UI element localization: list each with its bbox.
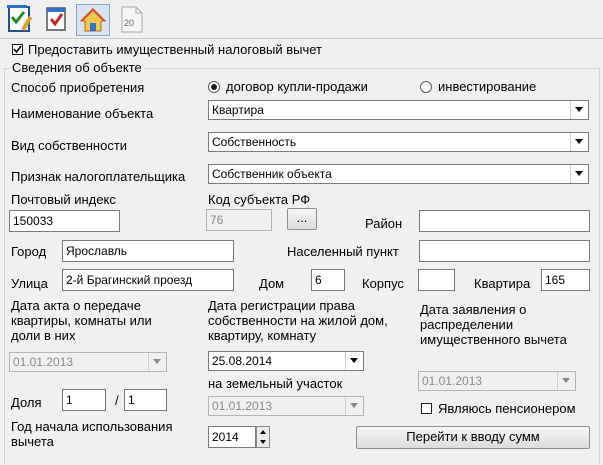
chevron-down-icon <box>557 372 575 390</box>
arrow-down-icon[interactable] <box>257 437 269 447</box>
share-denominator-input[interactable]: 1 <box>124 389 167 411</box>
region-label: Код субъекта РФ <box>208 192 311 207</box>
object-legend: Сведения об объекте <box>10 60 144 75</box>
radio-purchase-contract-label: договор купли-продажи <box>226 79 368 94</box>
pensioner-label: Являюсь пенсионером <box>438 401 576 416</box>
chevron-down-icon <box>570 101 588 119</box>
deduction-checkbox[interactable] <box>12 44 23 55</box>
land-date-picker[interactable]: 01.01.2013 <box>208 396 364 416</box>
share-numerator-input[interactable]: 1 <box>62 389 106 411</box>
region-select-button[interactable]: ... <box>287 208 317 230</box>
reg-date-picker[interactable]: 25.08.2014 <box>208 351 364 371</box>
locality-input[interactable] <box>419 240 590 262</box>
city-label: Город <box>11 244 47 259</box>
radio-investment-label: инвестирование <box>438 79 537 94</box>
chevron-down-icon <box>148 353 166 371</box>
start-year-spinner[interactable] <box>256 426 270 448</box>
region-input[interactable]: 76 <box>206 209 272 231</box>
building-label: Корпус <box>362 276 404 291</box>
checklist-icon <box>46 7 66 31</box>
act-date-picker[interactable]: 01.01.2013 <box>9 352 167 372</box>
apartment-label: Квартира <box>474 276 531 291</box>
taxpayer-label: Признак налогоплательщика <box>11 169 186 184</box>
app-date-label: Дата заявления о распределении имуществе… <box>420 302 567 347</box>
object-name-label: Наименование объекта <box>11 106 154 121</box>
toolbar: 20 <box>0 0 603 39</box>
chevron-down-icon <box>345 352 363 370</box>
taxpayer-select[interactable]: Собственник объекта <box>208 164 589 184</box>
chevron-down-icon <box>570 133 588 151</box>
radio-purchase-contract[interactable] <box>208 81 220 93</box>
ownership-select[interactable]: Собственность <box>208 132 589 152</box>
ownership-label: Вид собственности <box>11 138 128 153</box>
property-button[interactable] <box>76 4 110 36</box>
chevron-down-icon <box>570 165 588 183</box>
district-label: Район <box>365 216 403 231</box>
land-date-label: на земельный участок <box>208 376 343 391</box>
arrow-up-icon[interactable] <box>257 427 269 437</box>
city-input[interactable]: Ярославль <box>62 240 234 262</box>
apartment-input[interactable]: 165 <box>541 269 590 291</box>
house-label: Дом <box>259 276 285 291</box>
app-date-picker[interactable]: 01.01.2013 <box>418 371 576 391</box>
house-input[interactable]: 6 <box>311 269 345 291</box>
house-icon <box>79 8 107 32</box>
year-button[interactable]: 20 <box>116 4 150 36</box>
check-button[interactable] <box>40 4 74 36</box>
radio-investment[interactable] <box>420 81 432 93</box>
checkmark-icon <box>13 45 22 54</box>
building-input[interactable] <box>418 269 455 291</box>
goto-amounts-button[interactable]: Перейти к вводу сумм <box>356 426 590 449</box>
postal-label: Почтовый индекс <box>11 192 116 207</box>
reg-date-label: Дата регистрации права собственности на … <box>208 298 388 343</box>
share-label: Доля <box>11 395 42 410</box>
checklist-pencil-icon <box>7 5 33 32</box>
pensioner-checkbox[interactable] <box>421 403 432 414</box>
declaration-edit-button[interactable] <box>4 4 38 36</box>
start-year-input[interactable]: 2014 <box>208 426 256 448</box>
share-separator: / <box>115 393 119 408</box>
act-date-label: Дата акта о передаче квартиры, комнаты и… <box>11 298 152 343</box>
district-input[interactable] <box>419 210 590 232</box>
chevron-down-icon <box>345 397 363 415</box>
street-label: Улица <box>11 276 48 291</box>
object-name-select[interactable]: Квартира <box>208 100 589 120</box>
postal-input[interactable]: 150033 <box>9 210 120 232</box>
start-year-label: Год начала использования вычета <box>11 419 173 449</box>
acquisition-label: Способ приобретения <box>11 80 145 95</box>
deduction-checkbox-label: Предоставить имущественный налоговый выч… <box>28 42 322 57</box>
locality-label: Населенный пункт <box>287 244 399 259</box>
year-icon-text: 20 <box>124 18 135 28</box>
street-input[interactable]: 2-й Брагинский проезд <box>62 269 234 291</box>
